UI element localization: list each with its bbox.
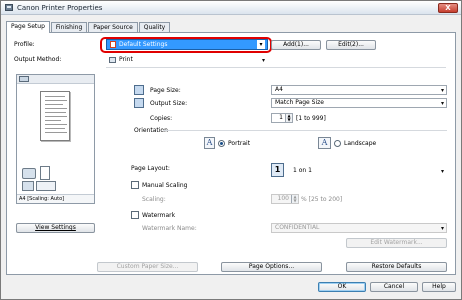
portrait-label: Portrait (228, 140, 251, 147)
page-layout-label: Page Layout: (131, 165, 170, 172)
restore-defaults-button[interactable]: Restore Defaults (346, 262, 447, 272)
profile-value: Default Settings (119, 41, 168, 48)
watermark-value: CONFIDENTIAL (275, 224, 320, 231)
page-preview (40, 91, 70, 141)
manual-scaling-label: Manual Scaling (142, 182, 188, 189)
watermark-label: Watermark (142, 212, 176, 219)
title-bar: Canon Printer Properties X (1, 1, 461, 15)
output-method-dropdown[interactable]: Print ▾ (106, 55, 268, 65)
document-icon (110, 41, 116, 48)
close-button[interactable]: X (438, 3, 458, 13)
output-method-label: Output Method: (14, 56, 62, 63)
preview-caption: A4 [Scaling: Auto] (17, 194, 94, 203)
page-layout-icon: 1 (271, 163, 284, 177)
output-size-label: Output Size: (150, 100, 188, 107)
scaling-range: % [25 to 200] (301, 196, 343, 203)
watermark-checkbox[interactable] (131, 211, 139, 219)
chevron-down-icon: ▾ (440, 168, 444, 175)
page-size-dropdown[interactable]: A4 ▾ (271, 85, 447, 95)
spin-arrows-icon[interactable]: ▲ ▼ (291, 195, 298, 203)
portrait-radio[interactable] (218, 140, 225, 147)
chevron-down-icon: ▾ (440, 225, 444, 232)
copies-stepper[interactable]: 1 ▲ ▼ (271, 113, 293, 123)
output-size-value: Match Page Size (275, 99, 324, 106)
spin-arrows-icon[interactable]: ▲ ▼ (285, 114, 292, 122)
ok-button[interactable]: OK (318, 282, 366, 292)
scaling-stepper[interactable]: 100 ▲ ▼ (271, 194, 299, 204)
chevron-down-icon: ▾ (257, 40, 265, 49)
printer-settings-icons (20, 164, 92, 192)
tab-page-setup[interactable]: Page Setup (6, 21, 50, 33)
scaling-label: Scaling: (142, 196, 166, 203)
printer-properties-window: Canon Printer Properties X Page Setup Fi… (0, 0, 462, 300)
custom-paper-size-button[interactable]: Custom Paper Size... (97, 262, 198, 272)
output-tray-icon (36, 181, 56, 191)
page-size-value: A4 (275, 86, 283, 93)
printer-icon (22, 168, 36, 179)
edit-profile-button[interactable]: Edit(2)... (326, 40, 376, 50)
chevron-down-icon: ▾ (440, 100, 444, 107)
copies-range: [1 to 999] (296, 115, 326, 122)
watermark-name-label: Watermark Name: (142, 225, 197, 232)
chevron-down-icon: ▾ (261, 57, 265, 64)
chevron-down-icon: ▾ (440, 87, 444, 94)
output-size-icon (134, 98, 144, 108)
landscape-radio[interactable] (334, 140, 341, 147)
landscape-icon: A (318, 137, 331, 149)
copies-value: 1 (279, 114, 283, 121)
divider (163, 130, 447, 131)
page-options-button[interactable]: Page Options... (221, 262, 322, 272)
output-size-dropdown[interactable]: Match Page Size ▾ (271, 98, 447, 108)
portrait-icon: A (204, 137, 215, 149)
manual-scaling-checkbox[interactable] (131, 181, 139, 189)
watermark-name-dropdown[interactable]: CONFIDENTIAL ▾ (271, 223, 447, 233)
scaling-value: 100 (277, 195, 289, 202)
view-settings-button[interactable]: View Settings (16, 223, 95, 233)
edit-watermark-button[interactable]: Edit Watermark... (346, 238, 447, 248)
profile-label: Profile: (14, 41, 35, 48)
printer-icon (109, 57, 116, 63)
page-layout-value: 1 on 1 (293, 167, 312, 174)
help-button[interactable]: Help (422, 282, 456, 292)
cancel-button[interactable]: Cancel (370, 282, 418, 292)
window-title: Canon Printer Properties (17, 4, 103, 12)
page-size-label: Page Size: (150, 87, 181, 94)
output-method-value: Print (119, 56, 133, 63)
landscape-label: Landscape (344, 140, 377, 147)
printer-app-icon (5, 4, 13, 11)
copies-label: Copies: (150, 115, 173, 122)
page-size-icon (134, 85, 144, 95)
page-layout-dropdown[interactable]: 1 on 1 ▾ (289, 166, 447, 176)
preview-toolbar (17, 75, 94, 84)
profile-dropdown[interactable]: Default Settings ▾ (106, 39, 268, 50)
paper-stack-icon (40, 166, 50, 180)
add-profile-button[interactable]: Add(1)... (271, 40, 321, 50)
divider (106, 67, 446, 68)
preview-panel: A4 [Scaling: Auto] (16, 74, 95, 204)
layout-preview-icon[interactable] (19, 76, 29, 82)
finisher-icon (22, 181, 34, 191)
